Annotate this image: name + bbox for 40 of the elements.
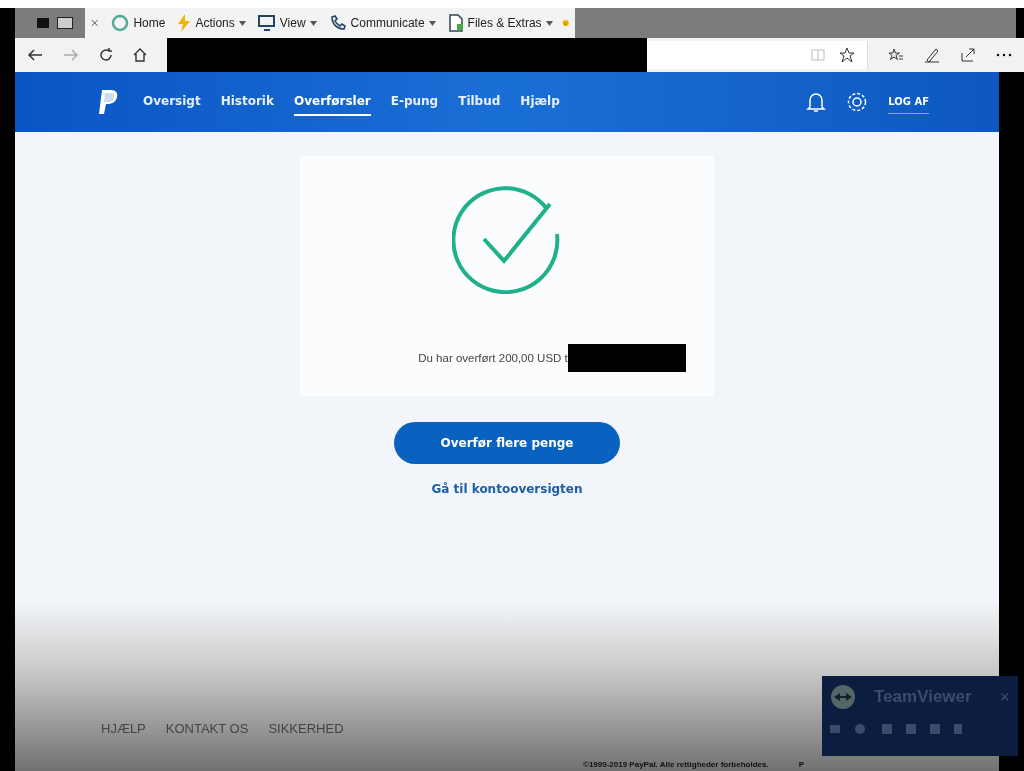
settings-icon[interactable]: [846, 91, 869, 113]
toolbar-button[interactable]: View: [254, 14, 320, 32]
home-circle-icon: [111, 14, 130, 32]
nav-tab[interactable]: Overførsler: [293, 88, 371, 116]
monitor-icon: [257, 14, 276, 32]
toolbar-button[interactable]: Home: [108, 14, 169, 32]
transfer-more-button[interactable]: Overfør flere penge: [394, 422, 620, 464]
account-overview-link[interactable]: Gå til kontooversigten: [431, 482, 583, 496]
footer-text: P: [798, 760, 804, 769]
confirmation-message: Du har overført 200,00 USD t: [418, 352, 568, 364]
toolbar-button[interactable]: Files & Extras: [444, 14, 556, 32]
nav-tab[interactable]: Oversigt: [143, 88, 201, 116]
home-icon[interactable]: [133, 48, 147, 62]
nav-tab[interactable]: E-pung: [390, 88, 439, 116]
nav-tab[interactable]: Tilbud: [458, 88, 501, 116]
tab-icon[interactable]: [57, 17, 73, 29]
phone-icon: [328, 14, 347, 32]
back-icon[interactable]: [27, 48, 43, 62]
favorites-icon[interactable]: [888, 47, 904, 63]
copyright-text: ©1999-2019 PayPal. Alle rettigheder forbeholdes.: [583, 760, 769, 769]
file-icon: [447, 14, 464, 32]
share-icon[interactable]: [960, 47, 976, 63]
lightning-icon: [177, 14, 192, 32]
bell-icon[interactable]: [806, 91, 827, 113]
pen-icon[interactable]: [924, 47, 940, 63]
logo-icon: [97, 89, 119, 115]
footer-link[interactable]: SIKKERHED: [268, 721, 344, 736]
nav-tab[interactable]: Hjælp: [520, 88, 560, 116]
teamviewer-logo-icon: [830, 684, 856, 710]
more-icon[interactable]: [996, 53, 1012, 57]
nav-tab[interactable]: Historik: [220, 88, 274, 116]
star-icon[interactable]: [839, 47, 855, 63]
toolbar-button[interactable]: Communicate: [325, 14, 439, 32]
toolbar-button[interactable]: Actions: [174, 14, 249, 32]
footer-link[interactable]: KONTAKT OS: [165, 721, 249, 736]
checkmark-icon: [452, 184, 562, 294]
address-field[interactable]: [167, 41, 868, 69]
refresh-icon[interactable]: [99, 48, 113, 62]
logout-link[interactable]: LOG AF: [888, 90, 929, 114]
footer-link[interactable]: HJÆLP: [101, 721, 146, 736]
